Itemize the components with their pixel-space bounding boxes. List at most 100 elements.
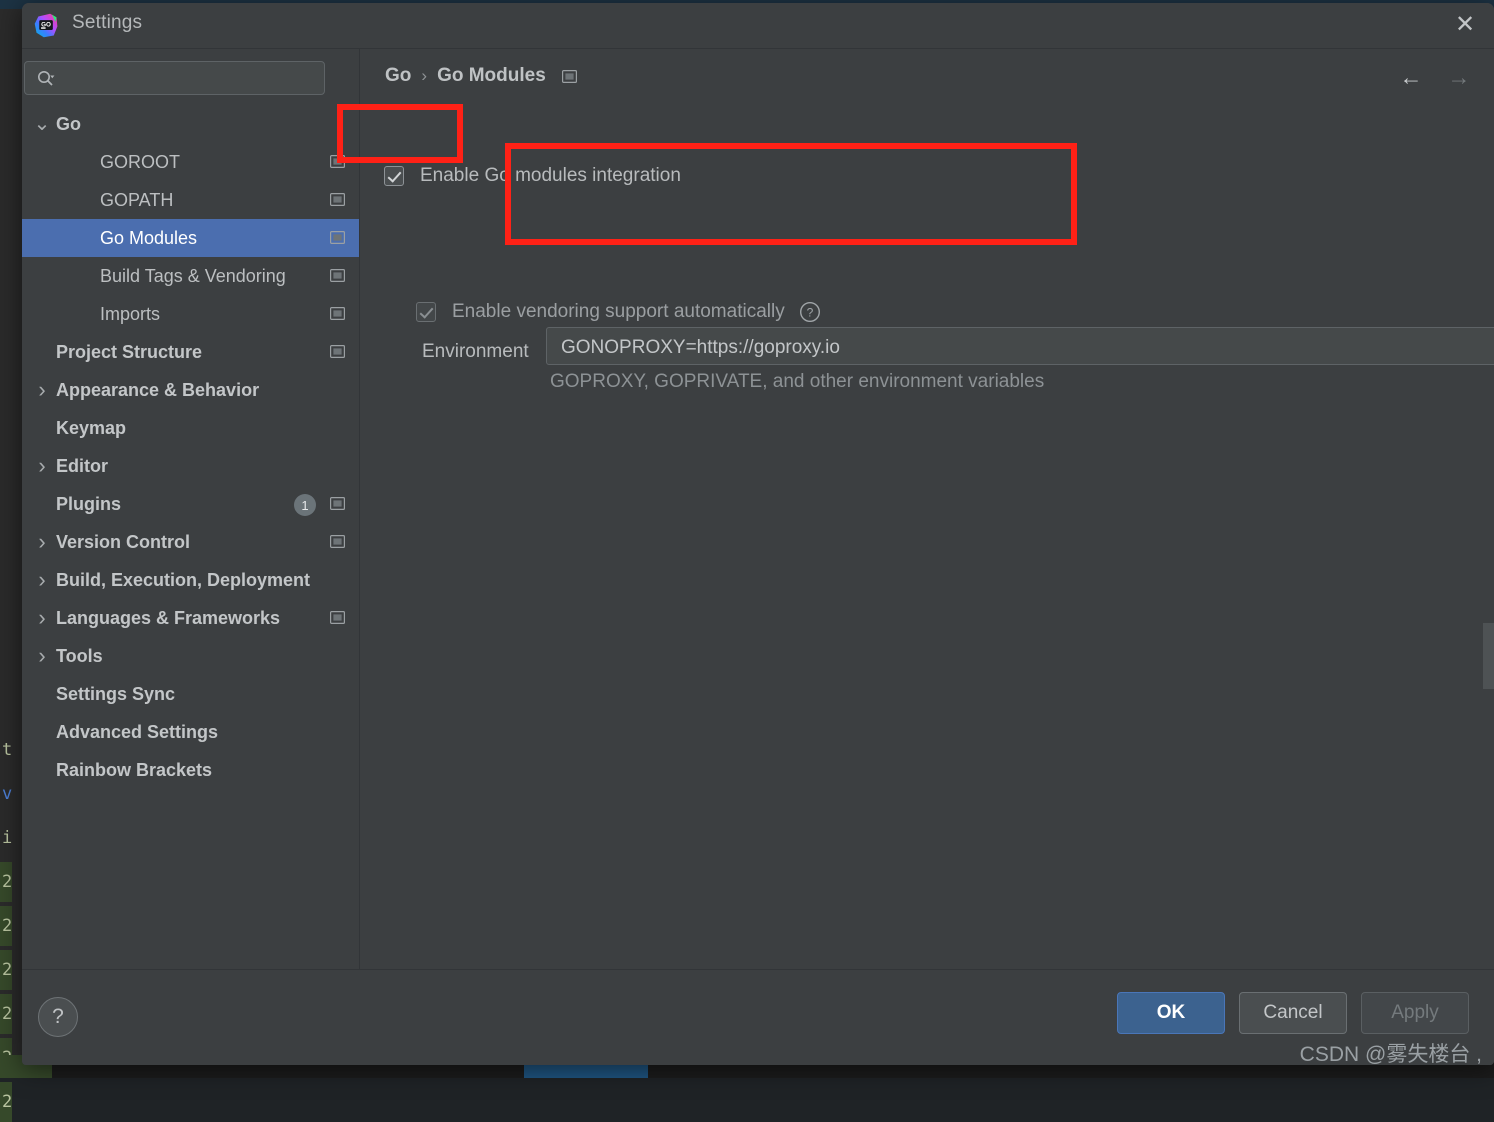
cancel-button[interactable]: Cancel [1239, 992, 1347, 1034]
sidebar-item-badge: 1 [294, 494, 316, 516]
sidebar-item-label: Advanced Settings [56, 721, 219, 742]
sidebar-item-goroot[interactable]: GOROOT [22, 143, 359, 181]
breadcrumb-separator: › [421, 66, 428, 85]
modified-marker-icon [330, 345, 346, 359]
ok-button[interactable]: OK [1117, 992, 1225, 1034]
sidebar-item-rainbow-brackets[interactable]: Rainbow Brackets [22, 751, 359, 789]
forward-arrow-icon[interactable]: → [1444, 64, 1474, 90]
sidebar-item-label: Go Modules [100, 227, 198, 248]
help-button[interactable]: ? [38, 997, 78, 1037]
breadcrumb: Go › Go Modules [385, 65, 577, 87]
environment-hint: GOPROXY, GOPRIVATE, and other environmen… [550, 371, 1045, 392]
environment-label: Environment [422, 341, 529, 362]
sidebar-item-imports[interactable]: Imports [22, 295, 359, 333]
vendoring-row: Enable vendoring support automatically ? [416, 301, 821, 323]
sidebar-item-advanced-settings[interactable]: Advanced Settings [22, 713, 359, 751]
sidebar-item-tools[interactable]: › Tools [22, 637, 359, 675]
chevron-right-icon[interactable]: › [34, 531, 50, 553]
sidebar-item-build-tags-vendoring[interactable]: Build Tags & Vendoring [22, 257, 359, 295]
sidebar-item-label: Project Structure [56, 341, 203, 362]
breadcrumb-current: Go Modules [437, 65, 546, 86]
ide-gutter-line: 2 [2, 1092, 13, 1112]
ide-gutter-line: 2 [2, 1004, 13, 1024]
modified-marker-icon [330, 193, 346, 207]
enable-modules-row: Enable Go modules integration [384, 165, 681, 187]
search-box[interactable] [24, 61, 325, 95]
sidebar-item-label: Keymap [56, 417, 127, 438]
sidebar-item-go-modules[interactable]: Go Modules [22, 219, 359, 257]
sidebar-item-version-control[interactable]: › Version Control [22, 523, 359, 561]
sidebar-item-label: Imports [100, 303, 161, 324]
sidebar-item-label: Tools [56, 645, 103, 666]
modified-marker-icon [330, 535, 346, 549]
dialog-buttons: OK Cancel Apply [1117, 992, 1469, 1034]
environment-input[interactable] [559, 334, 1494, 361]
settings-sidebar: ⌄ Go GOROOT GOPATH Go Modules Build Tags & Ve… [22, 49, 360, 970]
modified-marker-icon [330, 611, 346, 625]
environment-field[interactable] [546, 327, 1494, 365]
navigation-arrows: ← → [1396, 64, 1474, 90]
ide-gutter-line: t [2, 740, 13, 760]
sidebar-item-label: Appearance & Behavior [56, 379, 260, 400]
breadcrumb-root[interactable]: Go [385, 65, 411, 87]
sidebar-item-label: Settings Sync [56, 683, 176, 704]
chevron-right-icon[interactable]: › [34, 645, 50, 667]
ide-gutter-line: v [2, 784, 13, 804]
ide-gutter-line: 2 [2, 916, 13, 936]
main-scrollbar[interactable] [1483, 623, 1494, 689]
search-container [24, 61, 325, 95]
ide-gutter-line: 2 [2, 872, 13, 892]
modified-marker-icon [330, 269, 346, 283]
apply-button[interactable]: Apply [1361, 992, 1469, 1034]
ide-gutter-line: 2 [2, 960, 13, 980]
sidebar-item-settings-sync[interactable]: Settings Sync [22, 675, 359, 713]
close-icon[interactable]: ✕ [1448, 9, 1482, 41]
modified-marker-icon [330, 307, 346, 321]
chevron-down-icon[interactable]: ⌄ [34, 114, 51, 134]
sidebar-item-label: Build Tags & Vendoring [100, 265, 286, 286]
dialog-body: ⌄ Go GOROOT GOPATH Go Modules Build Tags & Ve… [22, 49, 1494, 970]
sidebar-item-label: GOROOT [100, 151, 180, 172]
sidebar-item-languages-frameworks[interactable]: › Languages & Frameworks [22, 599, 359, 637]
sidebar-item-label: Plugins [56, 493, 122, 514]
sidebar-item-label: Editor [56, 455, 108, 476]
settings-main-pane: Go › Go Modules ← → Enable Go modules in… [360, 49, 1494, 970]
sidebar-item-project-structure[interactable]: Project Structure [22, 333, 359, 371]
sidebar-item-plugins[interactable]: Plugins 1 [22, 485, 359, 523]
enable-modules-checkbox[interactable] [384, 166, 404, 186]
modified-marker-icon [561, 69, 577, 83]
watermark: CSDN @雾失楼台 , [1299, 1043, 1482, 1066]
dialog-titlebar: GO Settings ✕ [22, 3, 1494, 49]
sidebar-item-gopath[interactable]: GOPATH [22, 181, 359, 219]
vendoring-label: Enable vendoring support automatically [452, 301, 785, 322]
help-circle-icon[interactable]: ? [799, 301, 821, 323]
sidebar-item-label: Languages & Frameworks [56, 607, 281, 628]
chevron-right-icon[interactable]: › [34, 455, 50, 477]
go-modules-settings: Enable Go modules integration Environmen… [360, 109, 1494, 970]
settings-tree[interactable]: ⌄ Go GOROOT GOPATH Go Modules Build Tags & Ve… [22, 105, 359, 970]
sidebar-item-label: Build, Execution, Deployment [56, 569, 311, 590]
sidebar-item-label: Version Control [56, 531, 191, 552]
chevron-right-icon[interactable]: › [34, 607, 50, 629]
enable-modules-label: Enable Go modules integration [420, 165, 681, 186]
sidebar-item-build-execution-deployment[interactable]: › Build, Execution, Deployment [22, 561, 359, 599]
chevron-right-icon[interactable]: › [34, 379, 50, 401]
sidebar-item-label: Rainbow Brackets [56, 759, 213, 780]
modified-marker-icon [330, 497, 346, 511]
vendoring-checkbox[interactable] [416, 302, 436, 322]
settings-dialog: GO Settings ✕ ⌄ Go GOROOT GOPATH Go Modu… [22, 3, 1494, 1065]
chevron-right-icon[interactable]: › [34, 569, 50, 591]
sidebar-item-label: GOPATH [100, 189, 174, 210]
back-arrow-icon[interactable]: ← [1396, 64, 1426, 90]
sidebar-item-editor[interactable]: › Editor [22, 447, 359, 485]
modified-marker-icon [330, 231, 346, 245]
search-icon [37, 70, 55, 88]
modified-marker-icon [330, 155, 346, 169]
goland-icon: GO [32, 11, 61, 40]
sidebar-item-label: Go [56, 113, 81, 134]
sidebar-item-go[interactable]: ⌄ Go [22, 105, 359, 143]
search-input[interactable] [65, 67, 314, 91]
dialog-title: Settings [72, 12, 143, 33]
sidebar-item-appearance-behavior[interactable]: › Appearance & Behavior [22, 371, 359, 409]
sidebar-item-keymap[interactable]: Keymap [22, 409, 359, 447]
